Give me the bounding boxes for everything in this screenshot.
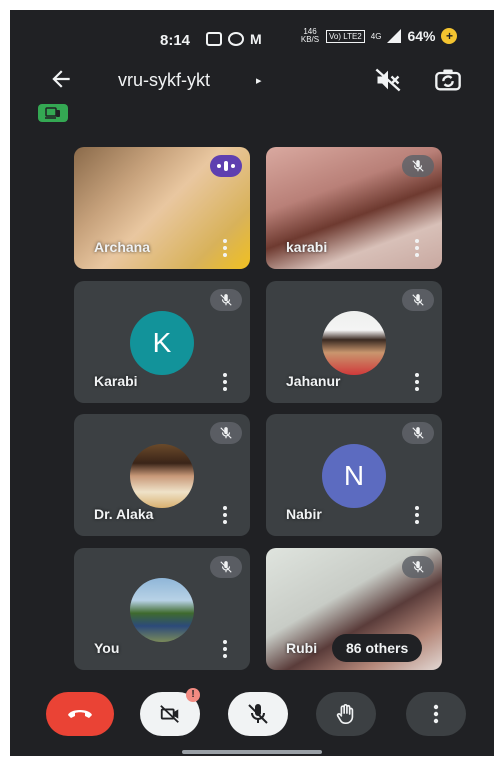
- battery-saver-icon: +: [441, 28, 458, 44]
- end-call-button[interactable]: [46, 692, 114, 736]
- status-time: 8:14: [160, 32, 191, 49]
- more-vert-icon[interactable]: [412, 239, 422, 257]
- mic-off-icon: [210, 556, 242, 578]
- status-notification-icons: M: [206, 32, 262, 46]
- participant-name: Archana: [94, 239, 151, 255]
- whatsapp-icon: [228, 32, 244, 46]
- participant-tile-rubi[interactable]: Rubi 86 others: [266, 548, 442, 670]
- gmail-icon: M: [250, 31, 262, 47]
- raise-hand-button[interactable]: [316, 692, 376, 736]
- mic-off-icon: [402, 556, 434, 578]
- participant-name: Karabi: [94, 373, 138, 389]
- mic-toggle-button[interactable]: [228, 692, 288, 736]
- battery-percent: 64%: [407, 28, 436, 44]
- device-badge: [38, 104, 68, 122]
- avatar: [130, 578, 194, 642]
- more-vert-icon: [433, 704, 439, 724]
- screen-record-icon: [206, 32, 222, 46]
- more-vert-icon[interactable]: [412, 506, 422, 524]
- more-vert-icon[interactable]: [220, 640, 230, 658]
- network-type: 4G: [370, 31, 382, 41]
- status-bar: 8:14 M 146 KB/S Vo) LTE2 4G 64% +: [10, 10, 494, 56]
- audio-output-button[interactable]: [374, 66, 402, 94]
- participant-tile-karabi-video[interactable]: karabi: [266, 147, 442, 269]
- avatar: K: [130, 311, 194, 375]
- mic-off-icon: [402, 155, 434, 177]
- mic-off-icon: [402, 422, 434, 444]
- signal-icon: [387, 29, 402, 43]
- participant-name: karabi: [286, 239, 328, 255]
- more-vert-icon[interactable]: [220, 506, 230, 524]
- mic-off-icon: [210, 289, 242, 311]
- participant-tile-you[interactable]: You: [74, 548, 250, 670]
- more-vert-icon[interactable]: [220, 239, 230, 257]
- mic-off-icon: [402, 289, 434, 311]
- mic-off-icon: [248, 704, 268, 724]
- switch-camera-button[interactable]: [434, 66, 462, 94]
- mic-off-icon: [210, 422, 242, 444]
- participant-tile-dr-alaka[interactable]: Dr. Alaka: [74, 414, 250, 536]
- avatar: N: [322, 444, 386, 508]
- participant-tile-archana[interactable]: Archana: [74, 147, 250, 269]
- end-call-icon: [68, 710, 92, 718]
- arrow-back-icon: [52, 70, 70, 88]
- meeting-code[interactable]: vru-sykf-ykt: [118, 70, 210, 91]
- speaking-indicator-icon: [210, 155, 242, 177]
- avatar: [130, 444, 194, 508]
- avatar: [322, 311, 386, 375]
- devices-icon: [45, 107, 60, 119]
- call-controls: !: [10, 688, 494, 740]
- more-vert-icon[interactable]: [220, 373, 230, 391]
- participant-tile-nabir[interactable]: N Nabir: [266, 414, 442, 536]
- participant-name: Nabir: [286, 506, 322, 522]
- participant-tile-jahanur[interactable]: Jahanur: [266, 281, 442, 403]
- switch-camera-icon: [435, 69, 461, 91]
- home-indicator[interactable]: [182, 750, 322, 754]
- participant-tile-karabi[interactable]: K Karabi: [74, 281, 250, 403]
- camera-alert-badge: !: [186, 688, 200, 702]
- net-speed: 146 KB/S: [300, 27, 320, 44]
- participant-name: You: [94, 640, 120, 656]
- back-button[interactable]: [48, 66, 78, 94]
- others-count-button[interactable]: 86 others: [332, 634, 423, 662]
- camera-off-icon: [160, 705, 179, 723]
- meet-screen: 8:14 M 146 KB/S Vo) LTE2 4G 64% + vru-sy…: [10, 10, 494, 756]
- raise-hand-icon: [336, 704, 354, 724]
- status-system-icons: 146 KB/S Vo) LTE2 4G 64% +: [300, 27, 458, 44]
- volte-indicator: Vo) LTE2: [326, 29, 365, 43]
- more-options-button[interactable]: [406, 692, 466, 736]
- speaker-off-icon: [375, 68, 401, 92]
- participant-name: Rubi: [286, 640, 318, 656]
- participant-name: Jahanur: [286, 373, 341, 389]
- participant-name: Dr. Alaka: [94, 506, 154, 522]
- call-header: vru-sykf-ykt ▸: [10, 62, 494, 98]
- more-vert-icon[interactable]: [412, 373, 422, 391]
- meeting-info-caret-icon[interactable]: ▸: [256, 74, 262, 87]
